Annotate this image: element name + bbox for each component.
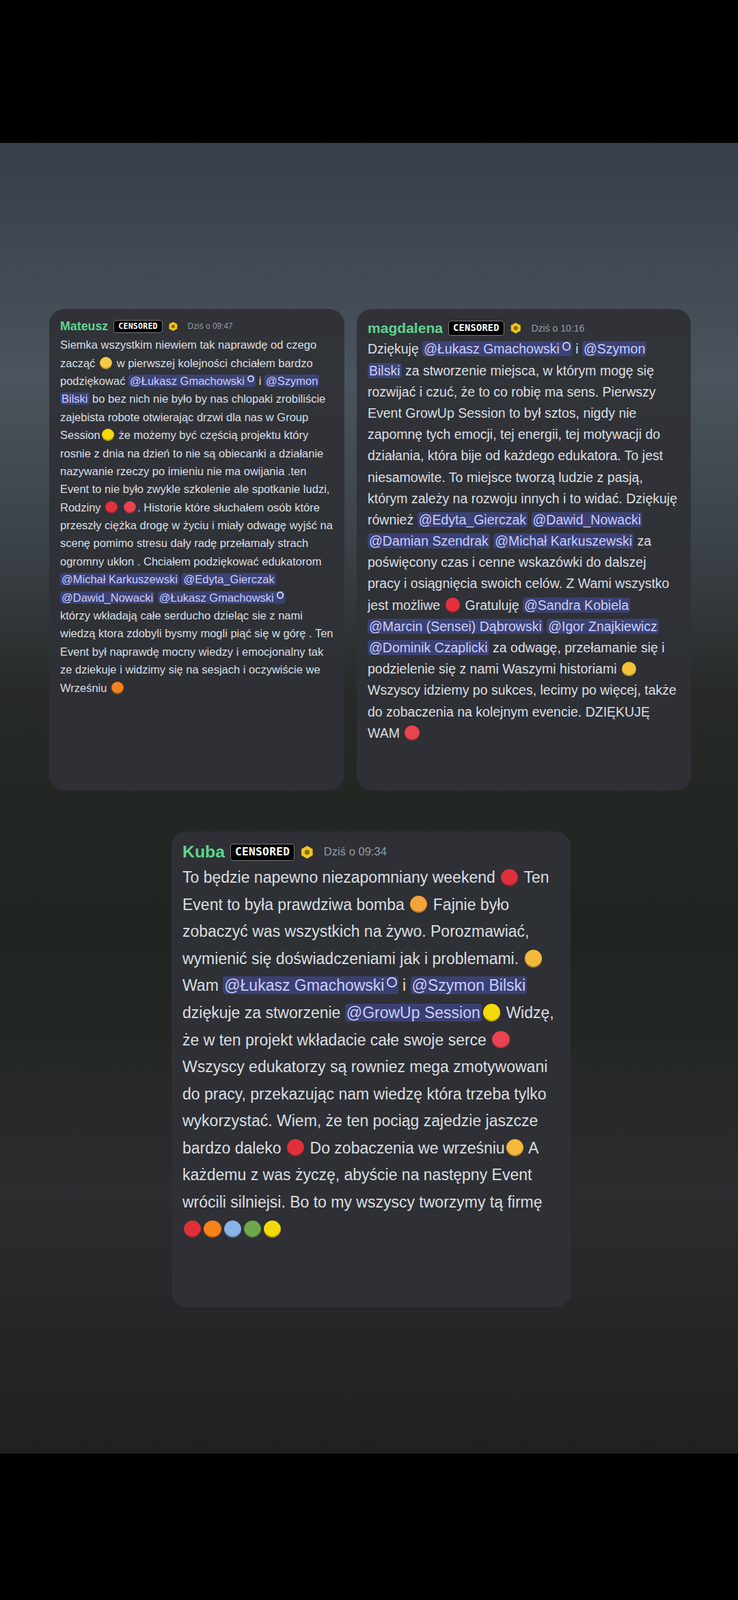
role-icon xyxy=(386,976,397,987)
user-mention[interactable]: @Michał Karkuszewski xyxy=(60,572,180,585)
user-mention[interactable]: @Marcin (Sensei) Dąbrowski xyxy=(367,618,544,634)
user-mention[interactable]: @Damian Szendrak xyxy=(367,533,490,549)
message-text: To będzie napewno niezapomniany weekend … xyxy=(182,863,560,1243)
text-run xyxy=(527,511,531,527)
emoji-icon xyxy=(404,725,419,740)
timestamp: Dziś o 09:47 xyxy=(187,321,234,332)
mention-text[interactable]: @Michał Karkuszewski xyxy=(61,572,178,585)
message-card: Mateusz CENSORED Dziś o 09:47 Siemka wszyst… xyxy=(49,308,345,790)
text-run: którzy wkładają całe serducho dzieląc si… xyxy=(60,608,334,694)
user-mention[interactable]: @Łukasz Gmachowski xyxy=(222,975,399,994)
emoji-icon xyxy=(123,500,136,514)
user-mention[interactable]: @Michał Karkuszewski xyxy=(493,533,634,549)
timestamp: Dziś o 09:34 xyxy=(323,843,387,859)
screen: Mateusz CENSORED Dziś o 09:47 Siemka wszyst… xyxy=(0,0,738,1599)
user-mention[interactable]: @Edyta_Gierczak xyxy=(417,511,528,527)
message-header: magdalena CENSORED Dziś o 10:16 xyxy=(367,318,680,337)
message-text: Dziękuję @Łukasz Gmachowski i @Szymon Bi… xyxy=(367,338,680,744)
mention-text[interactable]: @Łukasz Gmachowski xyxy=(224,975,385,994)
emoji-icon xyxy=(410,895,428,913)
mention-text[interactable]: @Marcin (Sensei) Dąbrowski xyxy=(369,618,542,634)
user-mention[interactable]: @Igor Znajkiewicz xyxy=(546,618,659,634)
mention-text[interactable]: @Dominik Czaplicki xyxy=(369,639,488,655)
emoji-icon xyxy=(183,1219,201,1237)
text-run: Gratuluję xyxy=(461,597,523,613)
user-mention[interactable]: @Łukasz Gmachowski xyxy=(128,374,256,387)
timestamp: Dziś o 10:16 xyxy=(530,321,585,335)
user-mention[interactable]: @Dominik Czaplicki xyxy=(367,639,490,655)
emoji-icon xyxy=(111,681,124,694)
author-name[interactable]: magdalena xyxy=(367,318,443,337)
message-card: Kuba CENSORED Dziś o 09:34 To będzie napewn… xyxy=(171,830,571,1307)
text-run: Wam xyxy=(182,975,223,994)
emoji-icon xyxy=(243,1219,262,1237)
message-header: Mateusz CENSORED Dziś o 09:47 xyxy=(60,318,334,335)
user-mention[interactable]: @Łukasz Gmachowski xyxy=(422,340,572,357)
emoji-icon xyxy=(492,1030,510,1048)
user-mention[interactable]: @Łukasz Gmachowski xyxy=(157,591,285,604)
mention-text[interactable]: @Edyta_Gierczak xyxy=(418,511,527,527)
censor-label: CENSORED xyxy=(448,320,505,336)
censor-label: CENSORED xyxy=(113,319,162,333)
text-run: i xyxy=(398,975,411,994)
mention-text[interactable]: @Sandra Kobiela xyxy=(524,597,629,613)
mention-text[interactable]: @Michał Karkuszewski xyxy=(494,533,633,549)
text-run: Do zobaczenia we wrześniu xyxy=(305,1138,505,1157)
role-badge-icon xyxy=(168,321,179,332)
mention-text[interactable]: @Łukasz Gmachowski xyxy=(159,591,275,604)
user-mention[interactable]: @Szymon Bilski xyxy=(410,975,528,994)
author-name[interactable]: Mateusz xyxy=(60,318,108,335)
emoji-icon xyxy=(203,1219,221,1237)
message-text: Siemka wszystkim niewiem tak naprawdę od… xyxy=(60,335,334,697)
mention-text[interactable]: @Szymon Bilski xyxy=(412,975,527,994)
role-icon xyxy=(247,375,255,382)
text-run: i xyxy=(571,340,583,357)
role-badge-icon xyxy=(299,844,315,859)
user-mention[interactable]: @Edyta_Gierczak xyxy=(181,572,276,585)
mention-text[interactable]: @Łukasz Gmachowski xyxy=(129,374,245,387)
censor-label: CENSORED xyxy=(230,843,295,861)
mention-text[interactable]: @GrowUp Session xyxy=(346,1003,481,1021)
emoji-icon xyxy=(224,1219,242,1237)
message-row: Kuba CENSORED Dziś o 09:34 To będzie napewn… xyxy=(0,830,738,1307)
user-mention[interactable]: @Dawid_Nowacki xyxy=(531,511,644,527)
emoji-icon xyxy=(287,1138,305,1156)
role-icon xyxy=(276,591,284,598)
background-photo: Mateusz CENSORED Dziś o 09:47 Siemka wszyst… xyxy=(0,142,738,1453)
author-name[interactable]: Kuba xyxy=(182,840,225,863)
text-run: za stworzenie miejsca, w którym mogę się… xyxy=(367,362,678,527)
mention-text[interactable]: @Igor Znajkiewicz xyxy=(548,618,658,634)
top-bar xyxy=(0,0,738,143)
role-badge-icon xyxy=(509,321,523,335)
user-mention[interactable]: @Sandra Kobiela xyxy=(522,597,631,613)
emoji-icon xyxy=(99,356,113,369)
emoji-icon xyxy=(483,1003,501,1021)
emoji-icon xyxy=(263,1219,281,1237)
mention-text[interactable]: @Dawid_Nowacki xyxy=(533,511,642,527)
text-run: To będzie napewno niezapomniany weekend xyxy=(182,867,500,886)
text-run xyxy=(118,500,123,514)
user-mention[interactable]: @Dawid_Nowacki xyxy=(60,591,155,604)
bottom-bar xyxy=(0,1452,738,1599)
emoji-icon xyxy=(500,868,518,886)
text-run: że możemy być częścią projektu który ros… xyxy=(60,428,330,514)
message-card: magdalena CENSORED Dziś o 10:16 Dziękuję @Ł… xyxy=(356,308,691,790)
emoji-icon xyxy=(524,949,542,967)
emoji-icon xyxy=(506,1138,524,1156)
mention-text[interactable]: @Dawid_Nowacki xyxy=(61,591,154,604)
mention-text[interactable]: @Edyta_Gierczak xyxy=(183,572,275,585)
message-header: Kuba CENSORED Dziś o 09:34 xyxy=(182,840,560,863)
mention-text[interactable]: @Łukasz Gmachowski xyxy=(423,340,560,357)
user-mention[interactable]: @GrowUp Session xyxy=(345,1003,482,1021)
emoji-icon xyxy=(621,661,637,676)
text-run: i xyxy=(255,374,265,387)
mention-text[interactable]: @Damian Szendrak xyxy=(369,533,489,549)
role-icon xyxy=(562,341,571,350)
text-run: Dziękuję xyxy=(367,340,423,357)
emoji-icon xyxy=(445,597,460,612)
message-row: Mateusz CENSORED Dziś o 09:47 Siemka wszyst… xyxy=(0,308,738,790)
text-run: dziękuje za stworzenie xyxy=(182,1003,346,1021)
emoji-icon xyxy=(105,500,118,514)
emoji-icon xyxy=(101,428,115,441)
